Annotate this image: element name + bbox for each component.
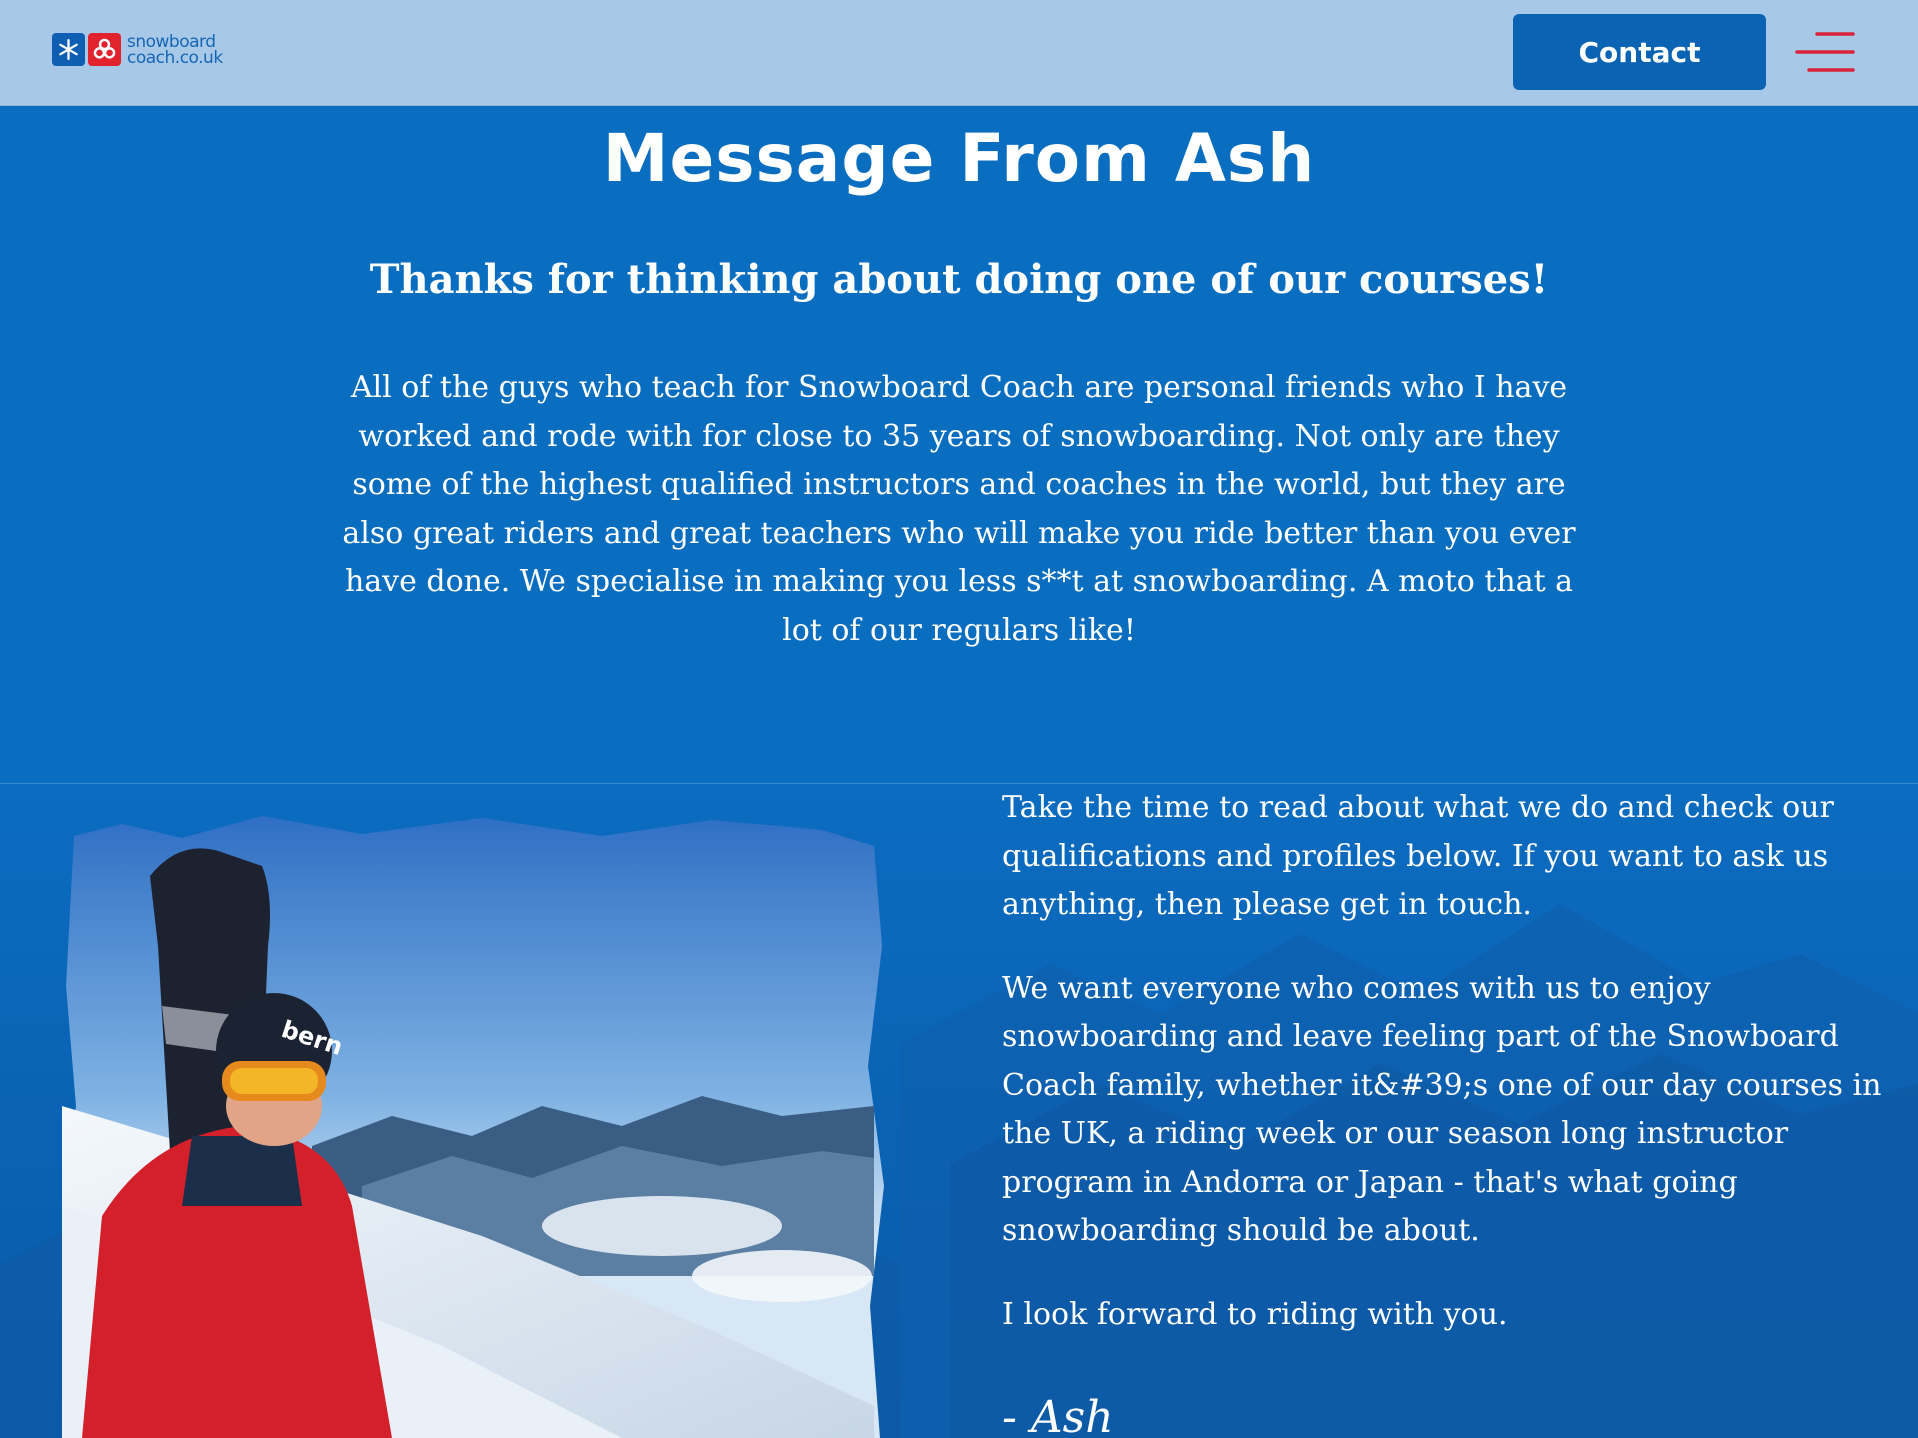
ash-snowboarder-photo: bern: [62, 806, 892, 1438]
signature: - Ash: [1002, 1392, 1114, 1438]
message-paragraph: Take the time to read about what we do a…: [1002, 790, 1834, 922]
message-paragraph: We want everyone who comes with us to en…: [1002, 970, 1882, 1249]
hamburger-menu-icon[interactable]: [1795, 30, 1855, 74]
snowflake-icon: [52, 33, 85, 66]
site-logo[interactable]: snowboard coach.co.uk: [52, 33, 223, 66]
rings-icon: [88, 33, 121, 66]
page-title: Message From Ash: [602, 120, 1316, 197]
message-copy: Take the time to read about what we do a…: [1002, 784, 1882, 1374]
logo-wordmark-line2: coach.co.uk: [127, 47, 223, 68]
intro-subheading: Thanks for thinking about doing one of o…: [369, 256, 1549, 303]
message-paragraph: I look forward to riding with you.: [1002, 1296, 1508, 1332]
message-section: bern Take the time to read about what we…: [0, 784, 1918, 1438]
logo-wordmark: snowboard coach.co.uk: [127, 33, 223, 68]
site-header: snowboard coach.co.uk Contact: [0, 0, 1918, 106]
contact-button[interactable]: Contact: [1513, 14, 1766, 90]
intro-paragraph: All of the guys who teach for Snowboard …: [342, 370, 1576, 648]
intro-section: Message From Ash Thanks for thinking abo…: [0, 106, 1918, 784]
